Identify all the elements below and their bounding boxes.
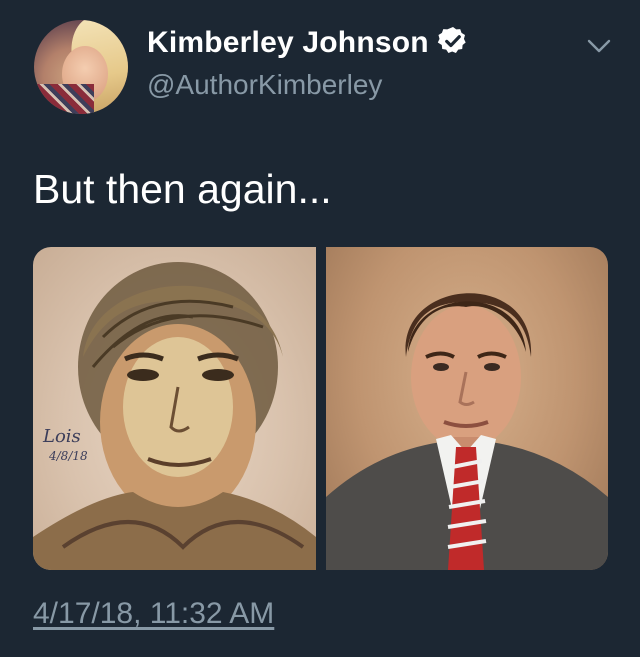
- sketch-signature: Lois: [42, 426, 81, 447]
- portrait-photo-image[interactable]: [326, 247, 608, 570]
- verified-badge-icon: [437, 25, 469, 57]
- author-name-row[interactable]: Kimberley Johnson: [147, 26, 469, 60]
- author-name[interactable]: Kimberley Johnson: [147, 26, 429, 59]
- tweet-text: But then again...: [33, 166, 332, 212]
- sketch-drawing-image[interactable]: Lois 4/8/18: [33, 247, 316, 570]
- tweet-media[interactable]: Lois 4/8/18: [33, 247, 608, 570]
- tweet-timestamp[interactable]: 4/17/18, 11:32 AM: [33, 597, 274, 631]
- author-handle[interactable]: @AuthorKimberley: [147, 69, 382, 101]
- chevron-down-icon[interactable]: [584, 34, 614, 58]
- avatar[interactable]: [34, 20, 128, 114]
- sketch-signature-date: 4/8/18: [48, 449, 88, 463]
- avatar-shirt: [34, 84, 94, 114]
